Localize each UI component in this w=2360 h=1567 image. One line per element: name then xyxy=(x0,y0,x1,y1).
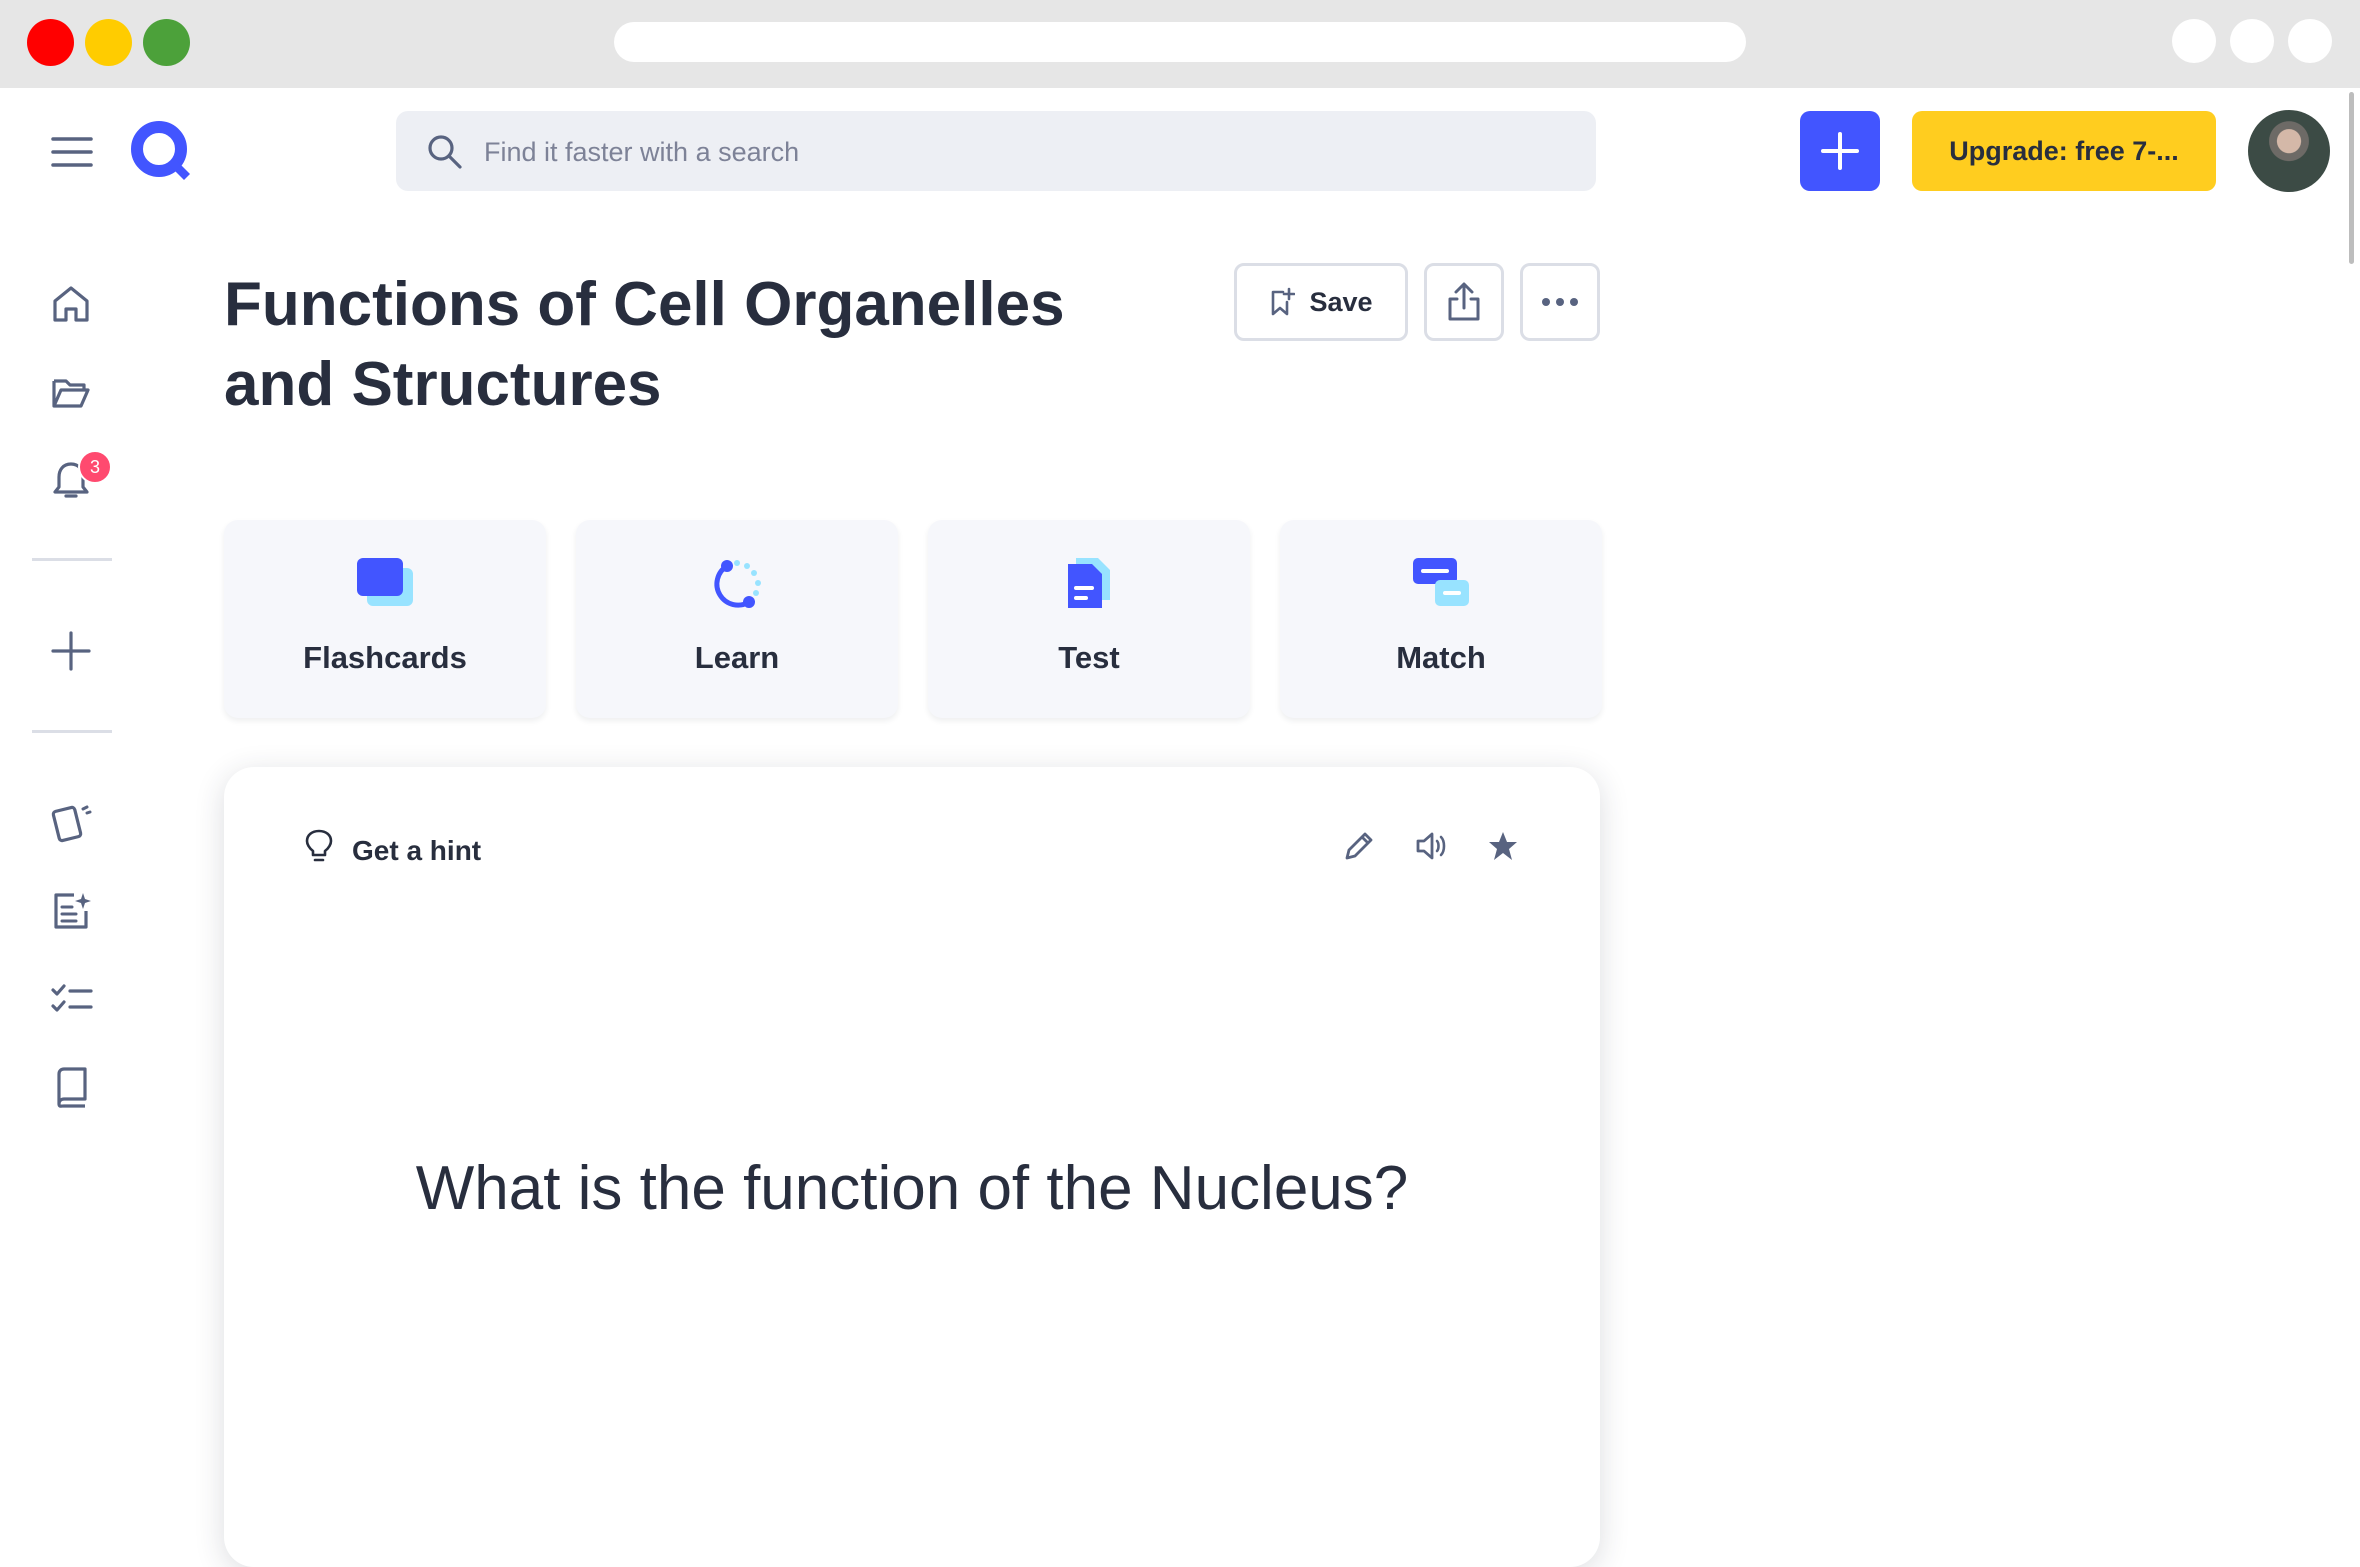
learn-icon xyxy=(714,560,761,608)
star-icon xyxy=(1489,832,1517,860)
hint-label[interactable]: Get a hint xyxy=(352,835,481,867)
page-title-line: Functions of Cell Organelles xyxy=(224,270,1065,339)
notification-badge: 3 xyxy=(78,450,112,484)
flashcards-icon xyxy=(357,558,413,606)
avatar[interactable] xyxy=(2248,110,2330,192)
minimize-window-button[interactable] xyxy=(85,19,132,66)
more-options-button[interactable] xyxy=(1520,263,1600,341)
share-icon xyxy=(1448,282,1480,321)
mode-label: Learn xyxy=(694,640,780,675)
sidebar-item-solutions[interactable] xyxy=(50,1065,94,1114)
home-icon xyxy=(53,286,89,322)
save-label: Save xyxy=(1309,286,1373,317)
quizlet-logo-icon xyxy=(131,121,190,180)
search-icon xyxy=(428,135,462,169)
book-icon xyxy=(57,1067,87,1108)
search-bar[interactable] xyxy=(396,111,1596,193)
hint-button[interactable] xyxy=(304,829,334,868)
sidebar-item-study-guides[interactable] xyxy=(50,889,94,938)
maximize-window-button[interactable] xyxy=(143,19,190,66)
mode-label: Test xyxy=(1058,640,1120,675)
mode-label: Match xyxy=(1396,640,1486,675)
address-bar[interactable] xyxy=(614,22,1746,62)
edit-card-button[interactable] xyxy=(1342,829,1376,868)
browser-action-button[interactable] xyxy=(2288,19,2332,63)
test-icon xyxy=(1068,558,1110,608)
study-guide-icon xyxy=(54,893,91,929)
star-button[interactable] xyxy=(1486,829,1520,868)
browser-action-button[interactable] xyxy=(2172,19,2216,63)
match-icon xyxy=(1413,558,1469,606)
close-window-button[interactable] xyxy=(27,19,74,66)
upgrade-label: Upgrade: free 7-... xyxy=(1949,135,2179,166)
sidebar-divider xyxy=(32,730,112,733)
page-title-line: and Structures xyxy=(224,350,662,419)
menu-button[interactable] xyxy=(50,134,94,170)
cards-icon xyxy=(51,805,92,843)
page-scrollbar[interactable] xyxy=(2349,92,2354,264)
search-input[interactable] xyxy=(482,111,1576,193)
sidebar-divider xyxy=(32,558,112,561)
bookmark-plus-icon xyxy=(1272,287,1296,316)
flashcard[interactable]: Get a hint What is the function of the N… xyxy=(224,767,1600,1567)
sidebar-item-home[interactable] xyxy=(50,283,92,330)
page-title: Functions of Cell Organelles and Structu… xyxy=(224,265,1124,425)
more-icon xyxy=(1542,298,1578,306)
lightbulb-icon xyxy=(305,829,333,862)
folder-icon xyxy=(52,379,90,408)
card-question: What is the function of the Nucleus? xyxy=(415,1154,1409,1223)
browser-action-button[interactable] xyxy=(2230,19,2274,63)
mode-flashcards[interactable]: Flashcards xyxy=(224,520,546,718)
hamburger-icon xyxy=(51,137,93,167)
pencil-icon xyxy=(1345,832,1373,860)
mode-match[interactable]: Match xyxy=(1280,520,1602,718)
checklist-icon xyxy=(51,984,93,1012)
mode-learn[interactable]: Learn xyxy=(576,520,898,718)
sidebar-item-practice-tests[interactable] xyxy=(50,977,94,1026)
mode-label: Flashcards xyxy=(303,640,467,675)
sidebar-item-create[interactable] xyxy=(50,630,92,677)
sidebar-item-library[interactable] xyxy=(50,371,92,418)
create-button[interactable] xyxy=(1800,111,1880,191)
plus-icon xyxy=(51,631,91,671)
quizlet-logo[interactable] xyxy=(128,118,194,189)
share-button[interactable] xyxy=(1424,263,1504,341)
save-button[interactable]: Save xyxy=(1234,263,1408,341)
browser-chrome xyxy=(0,0,2360,88)
audio-button[interactable] xyxy=(1414,829,1448,868)
speaker-icon xyxy=(1416,832,1446,860)
mode-test[interactable]: Test xyxy=(928,520,1250,718)
sidebar-item-flashcards[interactable] xyxy=(50,801,94,850)
plus-icon xyxy=(1821,132,1859,170)
upgrade-button[interactable]: Upgrade: free 7-... xyxy=(1912,111,2216,191)
